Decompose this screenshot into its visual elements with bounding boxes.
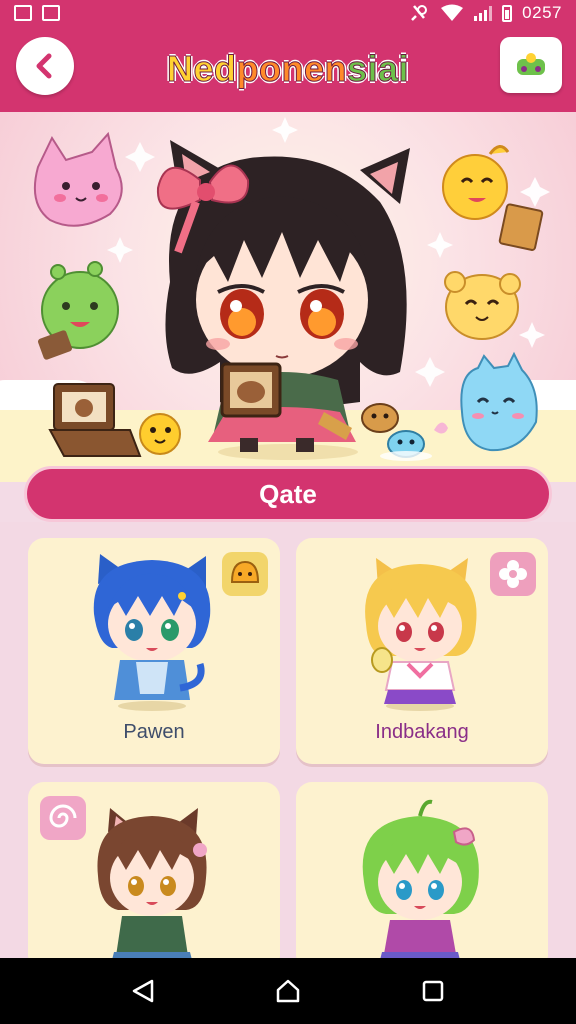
character-3-portrait — [97, 808, 207, 968]
section-title: Qate — [259, 478, 317, 509]
system-nav-bar — [0, 958, 576, 1024]
green-blob-creature — [37, 261, 119, 360]
nav-back-icon — [132, 979, 153, 1003]
title-part-2: ponen — [236, 48, 347, 90]
candy-prop — [434, 422, 448, 434]
small-yellow-creature — [139, 413, 181, 455]
character-card-pawen[interactable]: Pawen — [28, 538, 280, 764]
nav-recents-icon — [423, 980, 444, 1002]
small-blue-creature — [380, 430, 432, 461]
pawen-portrait — [93, 554, 211, 711]
blue-blob-creature — [460, 351, 538, 452]
app-title: Nedponensiai — [166, 48, 410, 90]
back-button[interactable] — [16, 37, 74, 95]
pink-cat-creature — [34, 131, 123, 227]
wifi-icon — [441, 4, 464, 21]
chevron-left-icon — [36, 53, 52, 79]
nav-recents-button[interactable] — [413, 971, 453, 1011]
character-grid: Pawen Indbakang — [0, 522, 576, 972]
status-bar: 0257 — [0, 0, 576, 26]
signal-icon — [474, 5, 493, 21]
yellow-bear-creature — [444, 271, 521, 340]
nav-home-icon — [276, 979, 300, 1003]
status-right: 0257 — [410, 3, 562, 23]
battery-icon — [502, 4, 513, 22]
nav-home-button[interactable] — [268, 971, 308, 1011]
notification-image-icon — [14, 5, 32, 21]
game-controller-icon — [517, 53, 545, 75]
character-4-portrait — [362, 799, 479, 968]
alarm-icon — [411, 5, 428, 21]
indbakang-portrait — [365, 558, 477, 711]
hero-banner — [0, 112, 576, 482]
character-card-4[interactable] — [296, 782, 548, 972]
small-brown-creature — [361, 403, 399, 433]
character-name: Indbakang — [375, 721, 469, 743]
status-left — [14, 5, 60, 21]
character-name: Pawen — [123, 721, 185, 743]
section-title-button[interactable]: Qate — [24, 466, 552, 522]
hero-illustration — [34, 117, 550, 461]
game-menu-button[interactable] — [500, 37, 562, 93]
nav-back-button[interactable] — [123, 971, 163, 1011]
yellow-chick-creature — [442, 145, 544, 251]
character-card-3[interactable] — [28, 782, 280, 972]
title-part-3: siai — [346, 48, 410, 90]
laptop-prop — [48, 383, 142, 457]
title-part-1: Ned — [166, 48, 237, 90]
character-card-indbakang[interactable]: Indbakang — [296, 538, 548, 764]
status-time: 0257 — [522, 3, 562, 22]
app-bar: Nedponensiai — [0, 26, 576, 112]
notification-calendar-icon — [42, 5, 60, 21]
